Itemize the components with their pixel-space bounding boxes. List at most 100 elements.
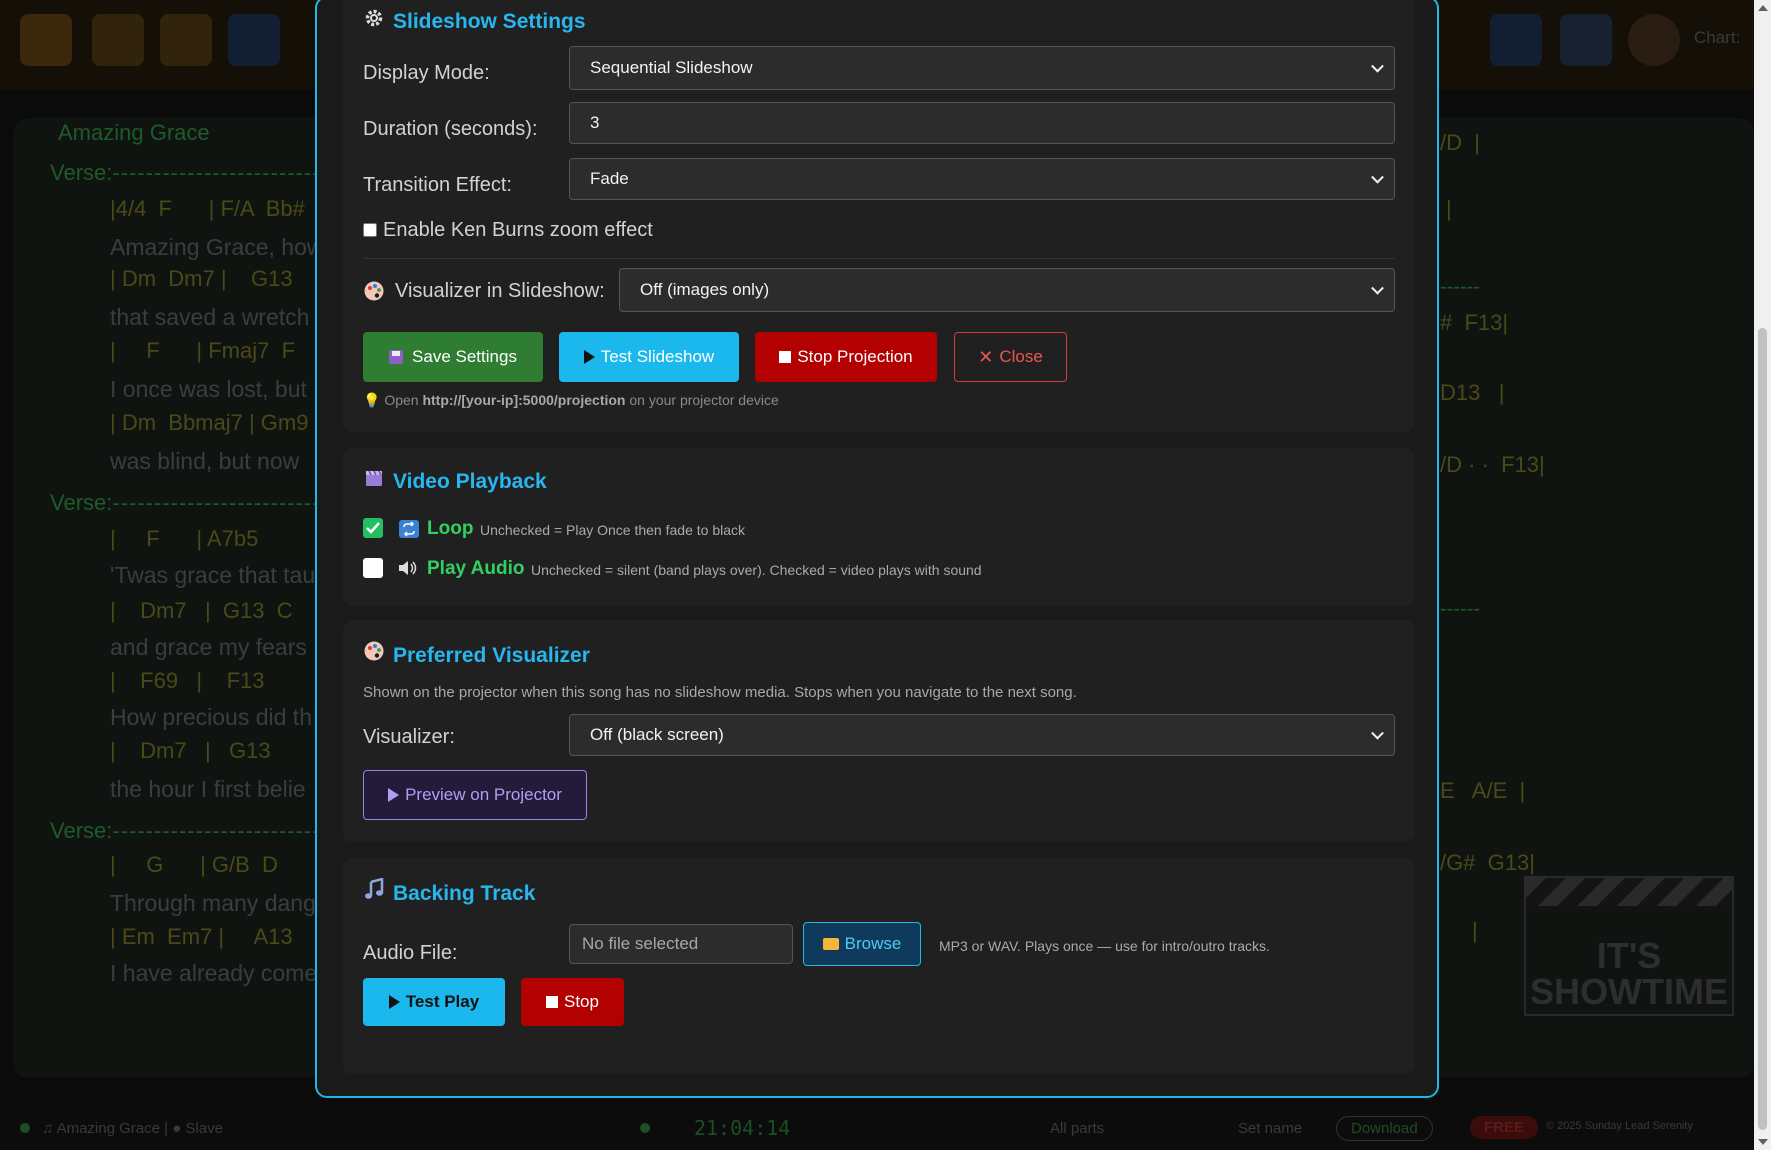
download-button[interactable]: Download [1336, 1116, 1433, 1141]
page-scrollbar[interactable] [1754, 0, 1771, 1150]
background-footer: ♫ Amazing Grace | ● Slave 21:04:14 All p… [0, 1108, 1760, 1150]
section-divider: ------ [1440, 598, 1480, 620]
chord-line: # F13| [1440, 310, 1509, 335]
clock: 21:04:14 [694, 1116, 791, 1140]
clapperboard-stripes [1526, 878, 1732, 906]
display-mode-label: Display Mode: [363, 62, 490, 84]
floppy-disk-icon [389, 350, 404, 364]
gear-icon [363, 8, 385, 34]
lyric-line: How precious did th [110, 704, 312, 730]
transition-effect-select[interactable]: Fade [569, 158, 1395, 200]
chord-line: | [1472, 918, 1478, 943]
stop-backing-track-button[interactable]: Stop [521, 978, 624, 1026]
play-icon [388, 995, 400, 1009]
verse-label: Verse:-------------------------- [50, 160, 329, 185]
verse-label: Verse:-------------------------- [50, 490, 329, 515]
card-title: Slideshow Settings [363, 8, 586, 34]
display-mode-select[interactable]: Sequential Slideshow [569, 46, 1395, 90]
status-indicator [20, 1120, 30, 1137]
chart-label: Chart: [1694, 28, 1741, 47]
ken-burns-checkbox[interactable] [363, 223, 377, 237]
chord-line: | Dm Bbmaj7 | Gm9 C [110, 410, 337, 435]
test-slideshow-button[interactable]: Test Slideshow [559, 332, 739, 382]
lyric-line: and grace my fears [110, 634, 307, 660]
background-song-title: Amazing Grace [58, 120, 210, 145]
play-icon [583, 350, 595, 364]
scrollbar-thumb[interactable] [1758, 328, 1767, 1130]
browse-button[interactable]: Browse [803, 922, 921, 966]
play-audio-hint: Unchecked = silent (band plays over). Ch… [531, 562, 982, 578]
palette-icon [363, 280, 385, 307]
loop-label: Loop [427, 518, 474, 539]
lyric-line: Through many dang [110, 890, 316, 916]
scroll-up-arrow-icon[interactable] [1758, 5, 1768, 11]
forward-arrow-icon[interactable] [160, 14, 212, 66]
lyric-line: I once was lost, but [110, 376, 307, 402]
slideshow-visualizer-select[interactable]: Off (images only) [619, 268, 1395, 312]
video-playback-card: Video Playback Loop Unchecked = Play Onc… [343, 448, 1415, 606]
preview-on-projector-button[interactable]: Preview on Projector [363, 770, 587, 820]
chord-line: /D · · F13| [1440, 452, 1545, 477]
close-icon: ✕ [978, 346, 994, 367]
play-audio-label: Play Audio [427, 558, 525, 579]
chevron-down-icon [1371, 59, 1384, 73]
parts-select[interactable]: All parts [1050, 1120, 1104, 1137]
scroll-down-arrow-icon[interactable] [1758, 1139, 1768, 1145]
music-note-icon [363, 877, 385, 906]
preferred-visualizer-select[interactable]: Off (black screen) [569, 714, 1395, 756]
save-settings-button[interactable]: Save Settings [363, 332, 543, 382]
projection-url: http://[your-ip]:5000/projection [422, 392, 626, 408]
verse-label: Verse:-------------------------- [50, 818, 329, 843]
chevron-down-icon [1371, 281, 1384, 295]
close-button[interactable]: ✕ Close [954, 332, 1067, 382]
test-play-button[interactable]: Test Play [363, 978, 505, 1026]
preferred-visualizer-card: Preferred Visualizer Shown on the projec… [343, 620, 1415, 842]
stop-icon [779, 351, 792, 363]
chevron-down-icon [1371, 726, 1384, 740]
visualizer-description: Shown on the projector when this song ha… [363, 684, 1077, 701]
audio-file-input[interactable]: No file selected [569, 924, 793, 964]
loop-checkbox[interactable] [363, 518, 383, 538]
avatar[interactable] [1628, 14, 1680, 66]
lyric-line: that saved a wretch [110, 304, 310, 330]
status-indicator [640, 1120, 650, 1137]
free-badge: FREE [1470, 1116, 1539, 1139]
stop-projection-button[interactable]: Stop Projection [755, 332, 937, 382]
showtime-clapperboard-image: IT'S SHOWTIME [1524, 876, 1734, 1016]
home-icon[interactable] [20, 14, 72, 66]
chord-line: | Dm7 | G13 C [110, 598, 293, 623]
chord-line: | Em Em7 | A13 [110, 924, 293, 949]
edit-icon[interactable] [1490, 14, 1542, 66]
chord-line: | Dm7 | G13 [110, 738, 271, 763]
visualizer-label: Visualizer: [363, 726, 455, 748]
copyright-text: © 2025 Sunday Lead Serenity [1546, 1120, 1693, 1132]
back-arrow-icon[interactable] [92, 14, 144, 66]
chord-line: |4/4 F | F/A Bb# [110, 196, 305, 221]
play-audio-checkbox[interactable] [363, 558, 383, 578]
font-icon[interactable] [228, 14, 280, 66]
now-playing-text: ♫ Amazing Grace | ● Slave [42, 1120, 223, 1137]
chord-line: | G | G/B D [110, 852, 278, 877]
projection-settings-modal: Slideshow Settings Display Mode: Sequent… [315, 0, 1439, 1098]
card-title: Backing Track [363, 877, 535, 906]
chord-line: | F | Fmaj7 F [110, 338, 296, 363]
settings-icon[interactable] [1560, 14, 1612, 66]
slideshow-settings-card: Slideshow Settings Display Mode: Sequent… [343, 0, 1415, 432]
chord-line: D13 | [1440, 380, 1505, 405]
audio-file-hint: MP3 or WAV. Plays once — use for intro/o… [939, 938, 1270, 954]
set-name-input[interactable]: Set name [1238, 1120, 1302, 1137]
lyric-line: the hour I first belie [110, 776, 306, 802]
loop-hint: Unchecked = Play Once then fade to black [480, 522, 745, 538]
folder-icon [822, 938, 839, 950]
duration-input[interactable]: 3 [569, 102, 1395, 144]
transition-effect-label: Transition Effect: [363, 174, 512, 196]
slideshow-visualizer-label: Visualizer in Slideshow: [395, 280, 605, 302]
chord-line: | F69 | F13 [110, 668, 265, 693]
duration-label: Duration (seconds): [363, 118, 538, 140]
section-divider: ------ [1440, 276, 1480, 298]
lyric-line: was blind, but now [110, 448, 300, 474]
chord-line: | [1446, 196, 1452, 221]
stop-icon [546, 996, 558, 1008]
clapperboard-icon [363, 468, 385, 494]
backing-track-card: Backing Track Audio File: No file select… [343, 858, 1415, 1074]
